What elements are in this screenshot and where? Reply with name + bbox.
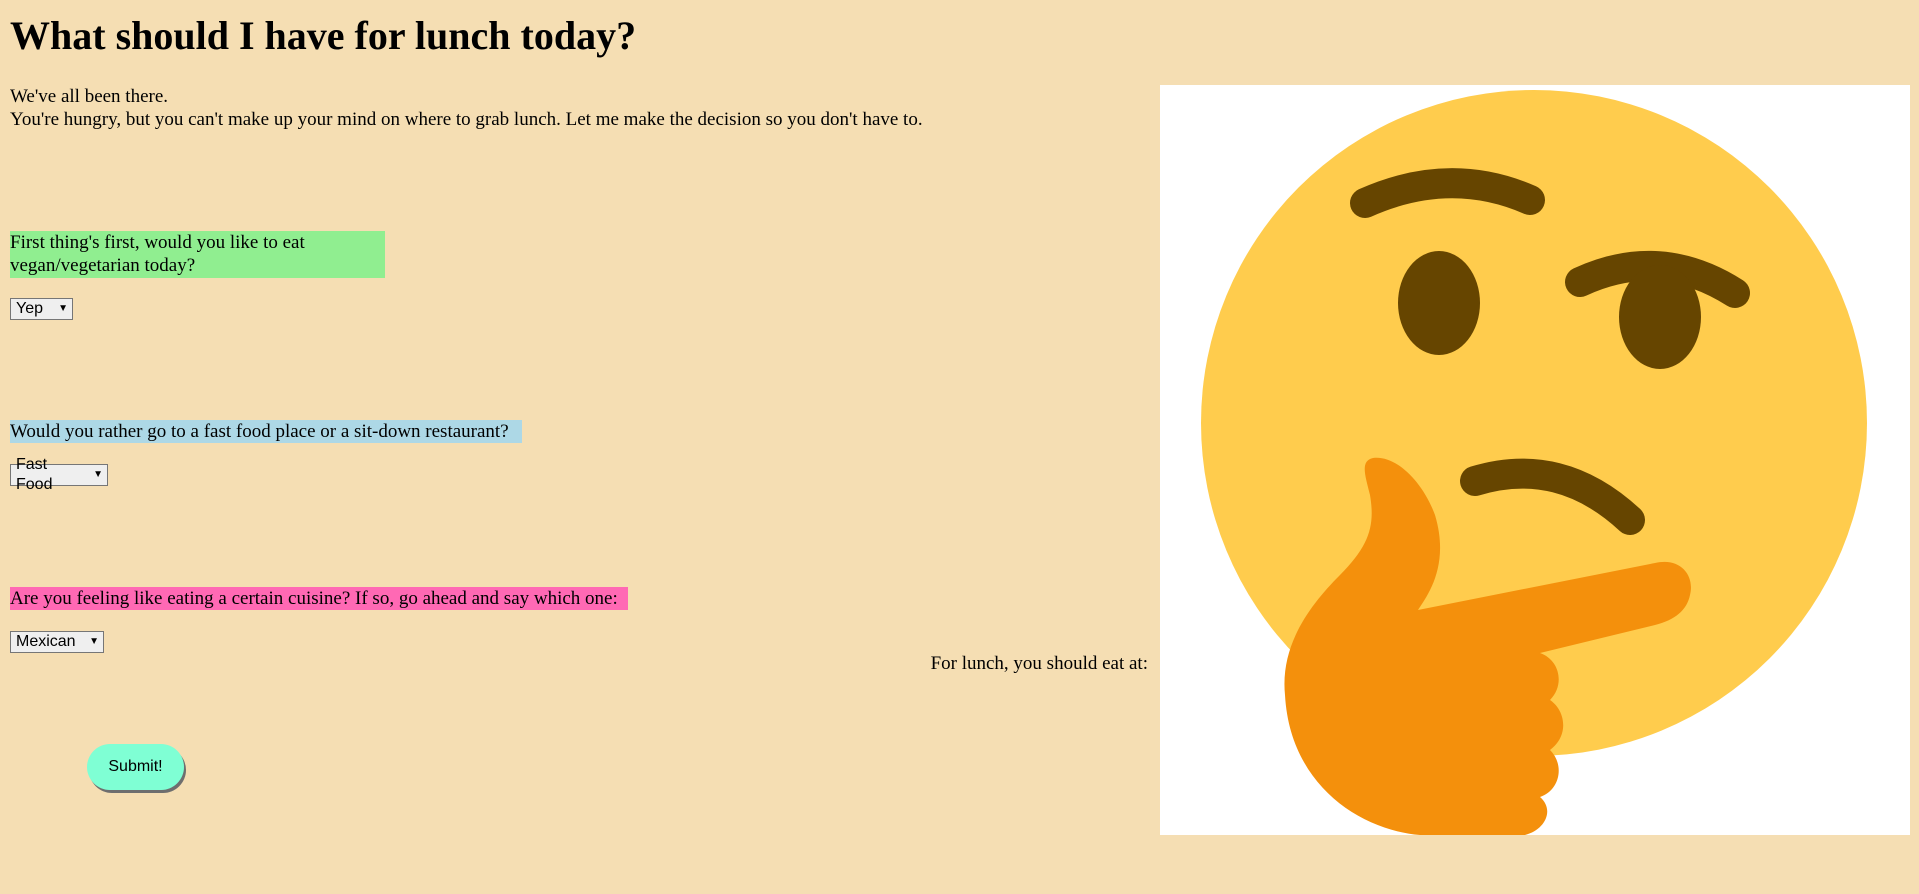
cuisine-select-value: Mexican <box>16 633 76 650</box>
chevron-down-icon: ▼ <box>89 636 99 647</box>
question-vegetarian: First thing's first, would you like to e… <box>10 231 385 278</box>
chevron-down-icon: ▼ <box>93 469 103 480</box>
intro-text: We've all been there. You're hungry, but… <box>10 85 923 131</box>
restaurant-type-select-value: Fast Food <box>16 456 53 493</box>
question-cuisine: Are you feeling like eating a certain cu… <box>10 587 628 610</box>
left-eye <box>1398 251 1480 355</box>
thinking-face-icon <box>1201 90 1867 835</box>
intro-line-2: You're hungry, but you can't make up you… <box>10 109 923 130</box>
vegetarian-select[interactable]: Yep ▼ <box>10 298 73 320</box>
restaurant-type-select[interactable]: Fast Food ▼ <box>10 456 108 493</box>
vegetarian-select-value: Yep <box>16 300 43 317</box>
page: What should I have for lunch today? We'v… <box>0 0 1919 894</box>
submit-button[interactable]: Submit! <box>87 744 184 790</box>
intro-line-1: We've all been there. <box>10 86 169 107</box>
cuisine-select[interactable]: Mexican ▼ <box>10 631 104 653</box>
right-eye <box>1619 265 1701 369</box>
page-title: What should I have for lunch today? <box>10 13 637 58</box>
thinking-face-image <box>1160 85 1910 835</box>
result-label: For lunch, you should eat at: <box>930 653 1148 674</box>
question-restaurant-type: Would you rather go to a fast food place… <box>10 420 522 443</box>
chevron-down-icon: ▼ <box>58 303 68 314</box>
